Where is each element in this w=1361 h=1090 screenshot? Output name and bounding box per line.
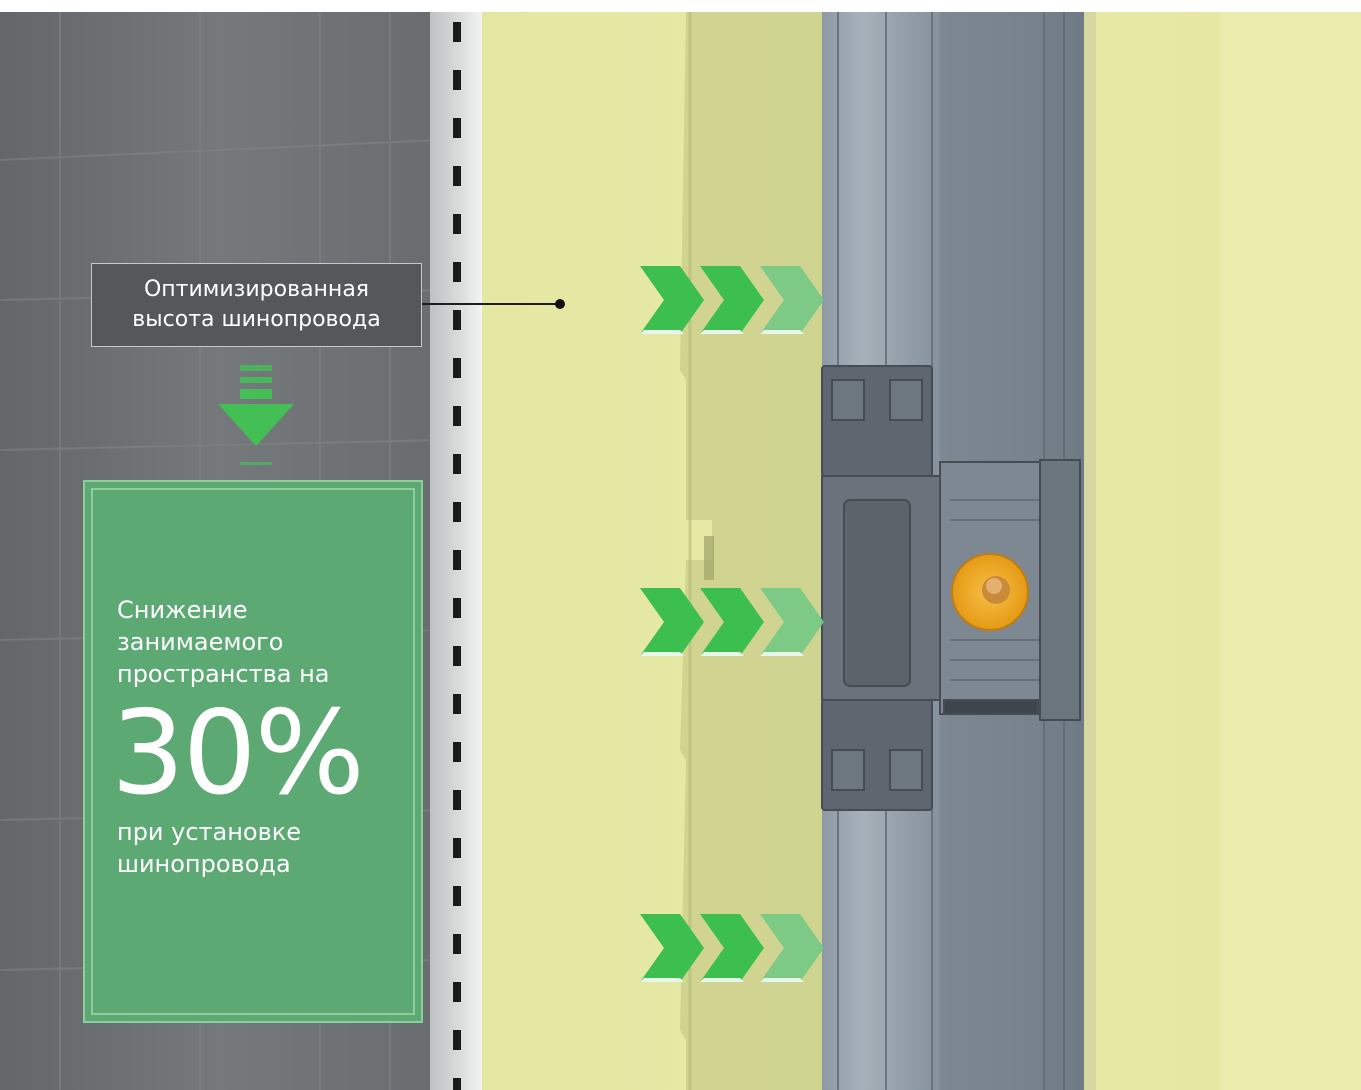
rail-slot [453,262,461,282]
rail-slot [453,598,461,618]
rail-slot [453,118,461,138]
chevron-highlight [640,652,684,656]
rail-slot [453,694,461,714]
stat-tail-line-1: при установке [117,818,302,846]
rail-slot [453,310,461,330]
stat-tail-text: при установке шинопровода [117,816,407,880]
callout-box: Оптимизированная высота шинопровода [91,263,422,347]
rail-slot [453,454,461,474]
stat-lead-text: Снижение занимаемого пространства на [117,594,407,690]
rail-slot [453,742,461,762]
callout-dot [555,299,565,309]
rail-slot [453,790,461,810]
chevron-highlight [760,652,804,656]
rail-slot [453,982,461,1002]
rail-slot [453,838,461,858]
rail-slot [453,502,461,522]
callout-line-2: высота шинопровода [132,307,381,332]
chevron-highlight [700,978,744,982]
joint-body [821,459,1081,721]
chevron-highlight [700,652,744,656]
rail-slot [453,166,461,186]
rail-slot [453,406,461,426]
stat-value: 30% [111,686,365,821]
joint-bracket-bottom [821,699,933,811]
chevron-highlight [640,978,684,982]
rail-slot [453,214,461,234]
rail-slot [453,22,461,42]
illustration-scene: Оптимизированная высота шинопровода Сниж… [0,0,1361,1090]
chevron-highlight [760,330,804,334]
chevron-highlight [760,978,804,982]
chevron-highlight [700,330,744,334]
rail-slot [453,70,461,90]
rail-slot [453,358,461,378]
stat-tail-line-2: шинопровода [117,850,291,878]
stat-lead-line-1: Снижение [117,596,248,624]
rail-slot [453,886,461,906]
rail-slot [453,646,461,666]
stat-lead-line-2: занимаемого [117,628,284,656]
bolt-icon [951,553,1029,631]
chevron-highlight [640,330,684,334]
joint-bracket-top [821,365,933,477]
rail-slot [453,1030,461,1050]
stat-panel: Снижение занимаемого пространства на 30%… [83,480,423,1023]
rail-slot [453,550,461,570]
rail-slot [453,934,461,954]
rail-slot [453,1078,461,1090]
callout-line-1: Оптимизированная [143,277,370,302]
